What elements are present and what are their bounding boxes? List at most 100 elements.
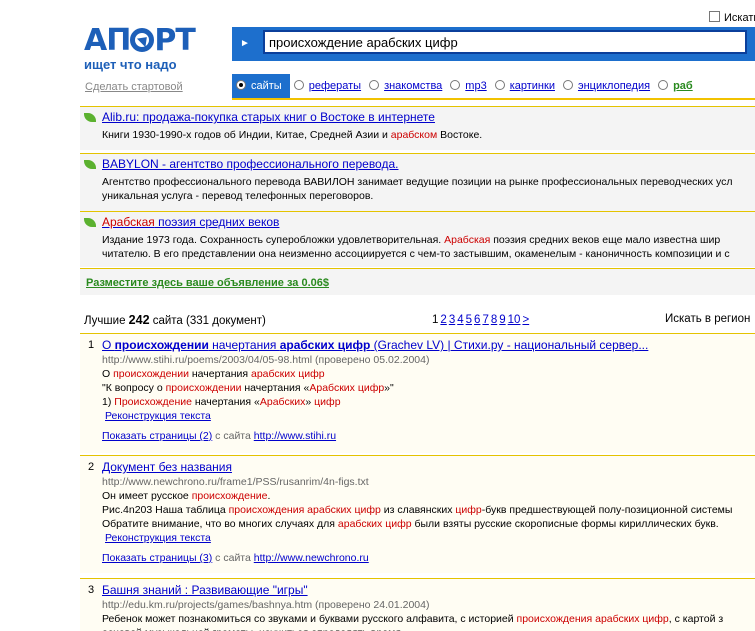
- text-segment: Востоке.: [437, 129, 483, 141]
- result-title-link[interactable]: Документ без названия: [102, 460, 232, 474]
- text-segment: уникальная услуга - перевод телефонных п…: [102, 190, 374, 202]
- page-link-10[interactable]: 10: [508, 314, 521, 326]
- ad-title-link[interactable]: Alib.ru: продажа-покупка старых книг о В…: [102, 110, 435, 124]
- ad-text-line: Книги 1930-1990-х годов об Индии, Китае,…: [102, 128, 482, 142]
- search-result: 1О происхождении начертания арабских циф…: [80, 333, 755, 453]
- result-url: http://www.stihi.ru/poems/2003/04/05-98.…: [102, 354, 430, 366]
- tab-4[interactable]: картинки: [491, 74, 559, 98]
- page-link-2[interactable]: 2: [440, 314, 446, 326]
- search-strip: ►: [232, 27, 755, 61]
- ad-title-link[interactable]: BABYLON - агентство профессионального пе…: [102, 157, 398, 171]
- radio-icon[interactable]: [562, 80, 573, 90]
- radio-icon[interactable]: [658, 80, 669, 90]
- leaf-icon: [84, 160, 96, 169]
- place-ad-link[interactable]: Разместите здесь ваше объявление за 0.06…: [86, 277, 329, 289]
- reconstruct-text-link[interactable]: Реконструкция текста: [105, 532, 211, 544]
- text-segment: начертания «: [191, 396, 260, 408]
- ad-title-link[interactable]: Арабская поэзия средних веков: [102, 215, 279, 229]
- page-link-3[interactable]: 3: [449, 314, 455, 326]
- checkbox-icon[interactable]: [709, 11, 720, 22]
- result-title-link[interactable]: О происхождении начертания арабских цифр…: [102, 338, 648, 352]
- tab-3[interactable]: mp3: [446, 74, 490, 98]
- search-input[interactable]: [263, 30, 747, 54]
- result-snippet: 1) Происхождение начертания «Арабских» ц…: [102, 396, 341, 408]
- highlight-text: Арабских цифр: [309, 382, 385, 394]
- site-link[interactable]: http://www.newchrono.ru: [254, 552, 369, 564]
- result-snippet: "К вопросу о происхождении начертания «А…: [102, 382, 394, 394]
- page-link-5[interactable]: 5: [466, 314, 472, 326]
- search-result: 2 Документ без названия http://www.newchro…: [80, 455, 755, 573]
- logo-area: АП РТ ищет что надо Сделать стартовой: [84, 0, 232, 100]
- show-pages-link[interactable]: Показать страницы (2): [102, 430, 212, 442]
- tab-5[interactable]: энциклопедия: [559, 74, 654, 98]
- radio-icon[interactable]: [236, 80, 246, 90]
- result-snippet: основой музыкальной грамоты, научиться о…: [102, 627, 410, 631]
- text-segment: , с картой з: [668, 613, 724, 625]
- highlight-text: происхождение: [191, 490, 268, 502]
- page-link-9[interactable]: 9: [499, 314, 505, 326]
- show-pages-link[interactable]: Показать страницы (3): [102, 552, 212, 564]
- title-segment: (Grachev LV) | Стихи.ру - национальный с…: [370, 338, 649, 352]
- page-link-7[interactable]: 7: [482, 314, 488, 326]
- tab-label: энциклопедия: [577, 80, 651, 92]
- result-title-link[interactable]: Башня знаний : Развивающие "игры": [102, 583, 308, 597]
- search-category-tabs: сайты рефераты знакомства mp3 картинки энцикл…: [232, 74, 755, 100]
- title-highlight: происхождении: [114, 338, 209, 352]
- highlight-text: происхождении: [165, 382, 242, 394]
- result-number: 2: [88, 461, 95, 473]
- make-start-page-link[interactable]: Сделать стартовой: [85, 81, 183, 93]
- page-link-4[interactable]: 4: [457, 314, 463, 326]
- promo-banner: Разместите здесь ваше объявление за 0.06…: [80, 268, 755, 295]
- result-snippet: Обратите внимание, что во многих случаях…: [102, 518, 719, 530]
- highlight-text: арабских цифр: [337, 518, 412, 530]
- tab-0[interactable]: сайты: [232, 74, 290, 98]
- highlight-text: Происхождение: [114, 396, 192, 408]
- region-search-label: Искать в регион: [665, 313, 751, 325]
- text-segment: Агентство профессионального перевода ВАВ…: [102, 176, 733, 188]
- text-segment: »": [384, 382, 394, 394]
- highlight-text: происхождения арабских цифр: [228, 504, 381, 516]
- text-segment: Ребенок может познакомиться со звуками и…: [102, 613, 517, 625]
- radio-icon[interactable]: [369, 80, 380, 90]
- ad-text: Книги 1930-1990-х годов об Индии, Китае,…: [102, 128, 482, 142]
- text-segment: О: [102, 368, 114, 380]
- title-segment: Башня знаний : Развивающие "игры": [102, 583, 308, 597]
- highlight-text: цифр: [314, 396, 341, 408]
- highlight-text: арабском: [390, 129, 438, 141]
- result-number: 3: [88, 584, 95, 596]
- ad-text-line: уникальная услуга - перевод телефонных п…: [102, 189, 733, 203]
- site-link[interactable]: http://www.stihi.ru: [254, 430, 336, 442]
- title-highlight: арабских цифр: [279, 338, 371, 352]
- title-segment: начертания: [208, 338, 280, 352]
- text-segment: 1): [102, 396, 115, 408]
- text-segment: поэзия средних веков еще мало известна ш…: [490, 234, 721, 246]
- tab-label: картинки: [509, 80, 555, 92]
- page-link-6[interactable]: 6: [474, 314, 480, 326]
- text-segment: читателю. В его представлении она неизме…: [102, 248, 730, 260]
- radio-icon[interactable]: [450, 80, 461, 90]
- search-result: 3 Башня знаний : Развивающие "игры" http:/…: [80, 578, 755, 631]
- text-segment: »: [305, 396, 315, 408]
- tab-label: mp3: [465, 80, 487, 92]
- summary-prefix: Лучшие: [84, 315, 129, 327]
- highlight-text: происхождения арабских цифр: [516, 613, 669, 625]
- tab-1[interactable]: рефераты: [290, 74, 365, 98]
- reconstruct-text-link[interactable]: Реконструкция текста: [105, 410, 211, 422]
- radio-icon[interactable]: [494, 80, 505, 90]
- text-segment: Книги 1930-1990-х годов об Индии, Китае,…: [102, 129, 391, 141]
- search-option-checkbox[interactable]: Искать: [709, 11, 755, 24]
- ad-block: BABYLON - агентство профессионального пе…: [80, 153, 755, 211]
- page-link-8[interactable]: 8: [491, 314, 497, 326]
- text-segment: Он имеет русское: [102, 490, 192, 502]
- text-segment: основой музыкальной грамоты, научиться о…: [102, 627, 410, 631]
- text-segment: Издание 1973 года. Сохранность суперобло…: [102, 234, 445, 246]
- radio-icon[interactable]: [293, 80, 304, 90]
- page-link->[interactable]: >: [522, 314, 529, 326]
- tab-6[interactable]: раб: [654, 74, 697, 98]
- logo-tagline: ищет что надо: [84, 57, 177, 72]
- aport-logo[interactable]: АП РТ: [84, 26, 196, 56]
- tab-2[interactable]: знакомства: [365, 74, 446, 98]
- highlight-text: цифр: [455, 504, 482, 516]
- text-segment: Обратите внимание, что во многих случаях…: [102, 518, 338, 530]
- highlight-text: Арабских: [259, 396, 306, 408]
